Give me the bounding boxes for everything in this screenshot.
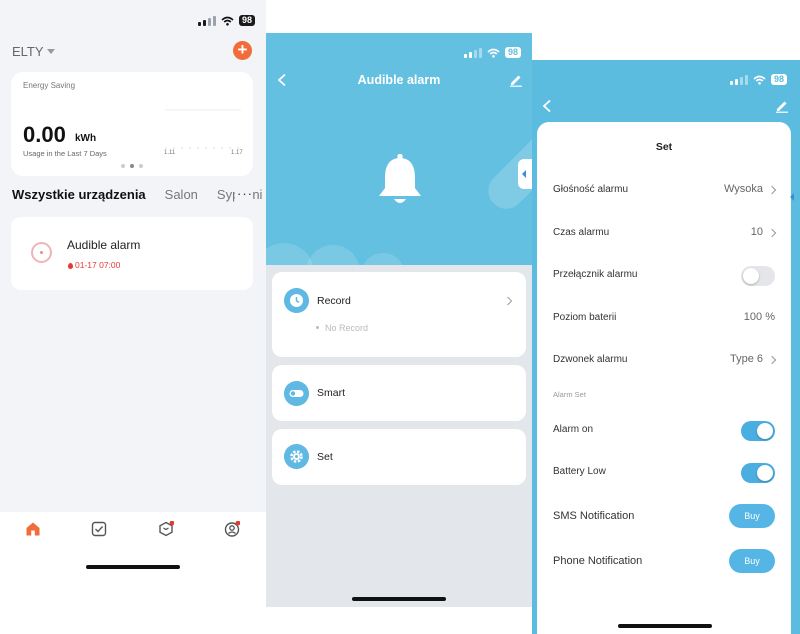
volume-value: Wysoka [723,183,763,195]
settings-sheet: Set Głośność alarmu Wysoka Czas alarmu 1… [537,122,791,634]
chevron-right-icon [767,185,777,195]
signal-icon [198,15,216,26]
set-label: Set [317,451,333,463]
chevron-right-icon [767,228,777,238]
wifi-icon [487,48,500,58]
battery-low-label: Battery Low [553,466,606,477]
phone-label: Phone Notification [553,555,643,567]
profile-icon[interactable] [224,521,240,537]
settings-screen: 98 Set Głośność alarmu Wysoka Czas alarm… [532,60,800,634]
sms-buy-button[interactable]: Buy [729,504,775,528]
alarm-switch-row: Przełącznik alarmu [553,266,775,286]
status-bar: 98 [464,47,522,58]
alarm-on-toggle[interactable] [741,421,775,441]
battery-value: 100 % [743,311,775,323]
set-card[interactable]: Set [272,429,526,485]
battery-low-toggle[interactable] [741,463,775,483]
battery-level: 98 [771,74,788,85]
chevron-right-icon [767,355,777,365]
home-indicator [86,565,180,569]
battery-level: 98 [505,47,522,58]
bell-icon [379,154,421,203]
home-indicator [618,624,712,628]
alarm-switch-toggle[interactable] [741,266,775,286]
device-screen: 98 Audible alarm Record No Record Smart … [266,33,532,607]
duration-row[interactable]: Czas alarmu 10 [553,224,777,244]
energy-chart [165,109,241,149]
side-handle[interactable] [790,193,794,201]
signal-icon [730,74,748,85]
device-name: Audible alarm [67,238,141,252]
page-indicator [121,164,143,168]
wifi-icon [221,16,234,26]
ringtone-label: Dzwonek alarmu [553,354,628,365]
home-indicator [352,597,446,601]
energy-value: 0.00 [23,122,66,147]
tab-salon[interactable]: Salon [165,187,198,202]
side-handle[interactable] [518,159,532,189]
volume-label: Głośność alarmu [553,184,629,195]
more-rooms-button[interactable]: ··· [235,186,253,201]
signal-icon [464,47,482,58]
back-icon[interactable] [542,99,552,113]
energy-label: Energy Saving [23,81,76,90]
battery-label: Poziom baterii [553,312,617,323]
phone-row: Phone Notification Buy [553,549,775,573]
battery-low-row: Battery Low [553,463,775,483]
energy-unit: kWh [75,133,97,144]
duration-value: 10 [750,226,763,238]
room-tabs: Wszystkie urządzeniaSalonSypialnia [12,187,262,202]
chevron-right-icon [507,296,513,306]
section-label: Alarm Set [553,390,586,399]
alarm-switch-label: Przełącznik alarmu [553,269,638,280]
explore-icon[interactable] [158,521,174,537]
home-screen: 98 ELTY + Energy Saving 0.00 kWh Usage i… [0,0,266,609]
energy-subtitle: Usage in the Last 7 Days [23,149,107,158]
ringtone-row[interactable]: Dzwonek alarmu Type 6 [553,351,777,371]
device-card[interactable]: Audible alarm 01-17 07:00 [11,217,253,290]
gear-icon [284,444,309,469]
smart-label: Smart [317,387,346,399]
phone-buy-button[interactable]: Buy [729,549,775,573]
volume-row[interactable]: Głośność alarmu Wysoka [553,181,777,201]
device-hero: 98 Audible alarm [266,33,532,265]
alarm-on-label: Alarm on [553,424,594,435]
axis-end: 1.17 [231,150,243,156]
home-name: ELTY [12,44,44,59]
page-title: Audible alarm [357,73,441,87]
sms-label: SMS Notification [553,510,635,522]
edit-icon[interactable] [509,73,523,87]
scene-icon[interactable] [91,521,107,537]
smart-card[interactable]: Smart [272,365,526,421]
wifi-icon [753,75,766,85]
device-status: 01-17 07:00 [68,260,120,270]
tab-all-devices[interactable]: Wszystkie urządzenia [12,187,146,202]
edit-icon[interactable] [775,99,789,113]
status-bar: 98 [730,74,788,85]
add-device-button[interactable]: + [233,41,252,60]
record-empty-text: No Record [316,323,368,333]
home-icon[interactable] [25,521,41,537]
status-bar: 98 [198,15,256,26]
chevron-down-icon [46,49,55,54]
sheet-title: Set [655,141,673,153]
device-status-text: 01-17 07:00 [75,260,121,270]
ringtone-value: Type 6 [729,353,763,365]
toggle-icon [284,381,309,406]
axis-start: 1.11 [164,150,176,156]
energy-card[interactable]: Energy Saving 0.00 kWh Usage in the Last… [11,72,253,176]
battery-level: 98 [239,15,256,26]
alarm-device-icon [31,242,52,263]
battery-row: Poziom baterii 100 % [553,309,775,329]
record-label: Record [317,295,351,307]
alert-icon [68,263,73,269]
alarm-on-row: Alarm on [553,421,775,441]
sms-row: SMS Notification Buy [553,504,775,528]
duration-label: Czas alarmu [553,227,610,238]
home-selector[interactable]: ELTY [12,44,55,59]
clock-icon [284,288,309,313]
record-card[interactable]: Record No Record [272,272,526,357]
